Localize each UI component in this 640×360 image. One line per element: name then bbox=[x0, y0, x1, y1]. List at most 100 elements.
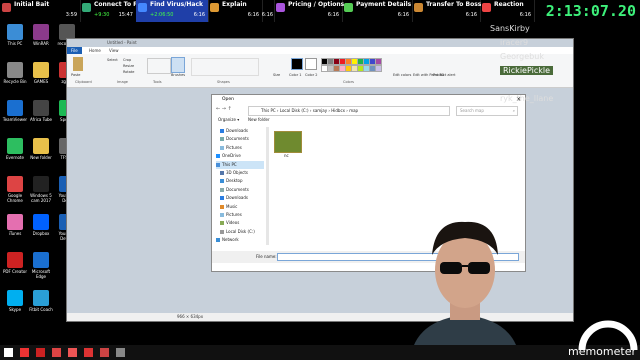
taskbar-app-icon[interactable] bbox=[68, 348, 77, 357]
nav-item[interactable]: Downloads bbox=[220, 194, 248, 202]
breadcrumb-map[interactable]: map bbox=[349, 108, 358, 113]
color1-swatch[interactable] bbox=[291, 58, 303, 70]
desktop-icon[interactable]: New folder bbox=[28, 138, 54, 160]
taskbar-app-icon[interactable] bbox=[20, 348, 29, 357]
nav-item[interactable]: Documents bbox=[220, 135, 249, 143]
breadcrumb-hidbcx[interactable]: Hidbcx bbox=[331, 108, 345, 113]
nav-item[interactable]: Network bbox=[216, 236, 239, 244]
nav-item[interactable]: 3D Objects bbox=[220, 169, 248, 177]
folder-icon bbox=[220, 213, 224, 217]
desktop-icon[interactable]: This PC bbox=[2, 24, 28, 46]
file-name-label: nc bbox=[284, 153, 289, 158]
rotate-button[interactable]: Rotate bbox=[123, 70, 134, 74]
split-name: Initial Bait bbox=[14, 1, 50, 8]
folder-icon bbox=[220, 229, 224, 234]
color2-swatch[interactable] bbox=[305, 58, 317, 70]
new-folder-button[interactable]: New folder bbox=[248, 117, 270, 122]
group-shapes: Shapes bbox=[217, 80, 230, 84]
palette-color[interactable] bbox=[375, 58, 382, 65]
desktop-icon[interactable]: Recycle Bin bbox=[2, 62, 28, 84]
app-icon bbox=[33, 252, 49, 268]
split-time: 6:16 bbox=[327, 12, 339, 18]
back-icon[interactable]: ← → ↑ bbox=[216, 106, 232, 112]
split-time: 6:16 bbox=[397, 12, 409, 18]
crop-button[interactable]: Crop bbox=[123, 58, 131, 62]
tab-file[interactable]: File bbox=[67, 47, 82, 54]
breadcrumb-this-pc[interactable]: This PC bbox=[261, 108, 276, 113]
split-time: 15:47 bbox=[118, 12, 133, 18]
nav-item[interactable]: This PC bbox=[216, 160, 264, 169]
desktop-icon[interactable]: TeamViewer bbox=[2, 100, 28, 122]
nav-item[interactable]: Music bbox=[220, 203, 237, 211]
desktop-icon[interactable]: WinRAR bbox=[28, 24, 54, 46]
app-icon bbox=[33, 62, 49, 78]
viewer-name: ryk_the_Ilane bbox=[500, 94, 554, 103]
virus-icon bbox=[138, 3, 147, 12]
select-button[interactable]: Select bbox=[107, 58, 118, 62]
resize-button[interactable]: Resize bbox=[123, 64, 134, 68]
shapes-gallery[interactable] bbox=[191, 58, 259, 76]
desktop-icon[interactable]: Dropbox bbox=[28, 214, 54, 236]
split-name: Pricing / Options bbox=[288, 1, 345, 8]
desktop-icon[interactable]: Skype bbox=[2, 290, 28, 312]
start-icon[interactable] bbox=[4, 348, 13, 357]
viewer-name: iracer9 bbox=[500, 38, 529, 47]
color-palette[interactable] bbox=[321, 58, 382, 72]
desktop-icon[interactable]: iTunes bbox=[2, 214, 28, 236]
taskbar-app-icon[interactable] bbox=[52, 348, 61, 357]
transfer-icon bbox=[414, 3, 423, 12]
desktop-icon[interactable]: Evernote bbox=[2, 138, 28, 160]
desktop-icon[interactable]: GAMES bbox=[28, 62, 54, 84]
taskbar: memometer bbox=[0, 345, 640, 360]
search-input[interactable]: Search map ⌕ bbox=[456, 106, 518, 116]
desktop-icon[interactable]: Microsoft Edge bbox=[28, 252, 54, 279]
splits-bar: Initial Bait 3:59 Connect To PC +9:30 15… bbox=[0, 0, 640, 22]
tab-view[interactable]: View bbox=[105, 47, 123, 54]
brushes-icon[interactable] bbox=[171, 57, 185, 73]
dialog-toolbar: Organize ▾ New folder bbox=[212, 117, 525, 125]
nav-item[interactable]: Pictures bbox=[220, 211, 242, 219]
tab-home[interactable]: Home bbox=[85, 47, 105, 54]
breadcrumb-samjay[interactable]: samjay bbox=[313, 108, 327, 113]
split-name: Explain bbox=[222, 1, 247, 8]
desktop-icon[interactable]: Google Chrome bbox=[2, 176, 28, 203]
folder-icon bbox=[216, 162, 220, 167]
edit-colors-button[interactable]: Edit colors bbox=[393, 73, 411, 77]
size-label[interactable]: Size bbox=[273, 73, 280, 77]
desktop-icon[interactable]: Fitbit Coach bbox=[28, 290, 54, 312]
app-icon bbox=[7, 62, 23, 78]
app-icon bbox=[7, 100, 23, 116]
desktop-icon[interactable]: Africa Tube bbox=[28, 100, 54, 122]
app-icon bbox=[7, 138, 23, 154]
paste-icon[interactable] bbox=[73, 57, 83, 71]
watermark-logo bbox=[578, 320, 638, 350]
address-bar[interactable]: This PC › Local Disk (C:) › samjay › Hid… bbox=[248, 106, 450, 116]
folder-icon bbox=[220, 204, 224, 209]
nav-item[interactable]: Desktop bbox=[220, 177, 243, 185]
product-alert-button[interactable]: Product alert bbox=[433, 73, 455, 77]
paint-taskbar-icon[interactable] bbox=[116, 348, 125, 357]
desktop-icon[interactable]: Windows 5 cam 2017 bbox=[28, 176, 54, 203]
nav-item-label: Music bbox=[226, 203, 238, 209]
tools-palette[interactable] bbox=[147, 58, 171, 74]
webcam-feed bbox=[410, 221, 520, 360]
split-name: Payment Details bbox=[356, 1, 412, 8]
nav-item[interactable]: Pictures bbox=[220, 144, 242, 152]
taskbar-app-icon[interactable] bbox=[100, 348, 109, 357]
nav-item-label: This PC bbox=[222, 161, 237, 167]
nav-item[interactable]: Downloads bbox=[220, 127, 248, 135]
nav-scrollbar[interactable] bbox=[266, 127, 269, 245]
app-icon bbox=[7, 214, 23, 230]
desktop-icon[interactable]: PDF Creator bbox=[2, 252, 28, 274]
organize-button[interactable]: Organize ▾ bbox=[218, 117, 239, 122]
taskbar-app-icon[interactable] bbox=[84, 348, 93, 357]
nav-item[interactable]: OneDrive bbox=[216, 152, 241, 160]
image-thumbnail[interactable] bbox=[274, 131, 302, 153]
nav-item[interactable]: Documents bbox=[220, 186, 249, 194]
taskbar-app-icon[interactable] bbox=[36, 348, 45, 357]
breadcrumb-local-disk[interactable]: Local Disk (C:) bbox=[280, 108, 309, 113]
nav-item[interactable]: Local Disk (C:) bbox=[220, 228, 255, 236]
nav-item[interactable]: Videos bbox=[220, 219, 239, 227]
palette-color[interactable] bbox=[375, 65, 382, 72]
desktop-icon-label: Microsoft Edge bbox=[31, 269, 51, 279]
